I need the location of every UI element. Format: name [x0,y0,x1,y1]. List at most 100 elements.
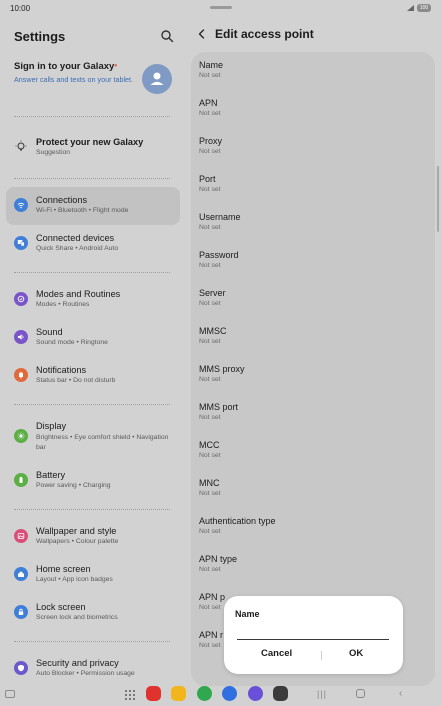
apn-field-apn-type[interactable]: APN type Not set [191,546,435,584]
sidebar-item-display[interactable]: Display Brightness • Eye comfort shield … [6,413,180,459]
sidebar-item-sub: Suggestion [36,149,71,156]
sidebar-item-battery[interactable]: Battery Power saving • Charging [6,462,180,498]
avatar[interactable] [142,64,172,94]
button-divider [321,651,322,660]
sidebar-item-connections[interactable]: Connections Wi-Fi • Bluetooth • Flight m… [6,187,180,225]
account-subtitle: Answer calls and texts on your tablet. [14,75,134,84]
field-value: Not set [199,490,221,497]
apn-page-title: Edit access point [215,27,314,41]
field-label: MMS proxy [199,364,245,374]
field-value: Not set [199,414,221,421]
field-label: MMS port [199,402,239,412]
divider [14,641,170,642]
ok-button[interactable]: OK [349,648,363,659]
sun-icon [14,429,28,443]
navigation-bar: ||| ‹ [0,686,441,706]
sidebar-item-security-privacy[interactable]: Security and privacy Auto Blocker • Perm… [6,650,180,686]
field-label: APN r [199,630,224,640]
divider [14,178,170,179]
apn-field-password[interactable]: Password Not set [191,242,435,280]
account-signin[interactable]: Sign in to your Galaxy• Answer calls and… [14,61,134,85]
sidebar-item-notifications[interactable]: Notifications Status bar • Do not distur… [6,357,180,393]
apn-field-apn[interactable]: APN Not set [191,90,435,128]
sidebar-item-label: Wallpaper and style [36,526,117,536]
internet-app-icon[interactable] [248,686,263,701]
recents-icon[interactable]: ||| [317,689,327,699]
apn-field-name[interactable]: Name Not set [191,52,435,90]
status-time: 10:00 [10,4,31,13]
sidebar-item-wallpaper-style[interactable]: Wallpaper and style Wallpapers • Colour … [6,518,180,554]
palette-icon [14,529,28,543]
sidebar-item-label: Home screen [36,564,91,574]
field-label: Password [199,250,239,260]
sidebar-item-lock-screen[interactable]: Lock screen Screen lock and biometrics [6,594,180,630]
sidebar-item-sub: Status bar • Do not disturb [36,377,116,384]
account-title-text: Sign in to your Galaxy [14,61,115,72]
app-drawer-icon[interactable] [125,690,135,700]
sidebar-item-sub: Auto Blocker • Permission usage [36,670,135,677]
home-icon [14,567,28,581]
new-dot-icon: • [114,61,118,70]
apn-field-mnc[interactable]: MNC Not set [191,470,435,508]
sidebar-item-label: Lock screen [36,602,86,612]
field-label: Proxy [199,136,223,146]
field-label: APN type [199,554,238,564]
back-nav-icon[interactable]: ‹ [399,688,402,699]
apn-field-server[interactable]: Server Not set [191,280,435,318]
field-label: MNC [199,478,220,488]
keyboard-icon[interactable] [5,690,15,698]
camera-app-icon[interactable] [273,686,288,701]
dialog-title: Name [235,609,260,619]
field-label: APN p [199,592,226,602]
sidebar-item-sub: Sound mode • Ringtone [36,339,108,346]
sidebar-item-protect-galaxy[interactable]: Protect your new Galaxy Suggestion [6,129,180,165]
sidebar-item-label: Notifications [36,365,87,375]
apn-field-username[interactable]: Username Not set [191,204,435,242]
sidebar-item-sub: Brightness • Eye comfort shield • Naviga… [36,434,169,451]
drag-handle [210,6,232,9]
apn-field-mmsc[interactable]: MMSC Not set [191,318,435,356]
divider [14,404,170,405]
phone-app-icon[interactable] [197,686,212,701]
lightbulb-icon [14,140,28,154]
sidebar-item-home-screen[interactable]: Home screen Layout • App icon badges [6,556,180,592]
sidebar-item-label: Connections [36,195,88,205]
apn-field-mms-port[interactable]: MMS port Not set [191,394,435,432]
cancel-button[interactable]: Cancel [261,648,292,659]
field-label: MMSC [199,326,227,336]
sidebar-item-sub: Wallpapers • Colour palette [36,538,119,545]
volume-icon [14,330,28,344]
sidebar-item-modes-routines[interactable]: Modes and Routines Modes • Routines [6,281,180,317]
shield-icon [14,661,28,675]
field-value: Not set [199,376,221,383]
field-value: Not set [199,338,221,345]
messages-app-icon[interactable] [222,686,237,701]
routines-icon [14,292,28,306]
home-button-icon[interactable] [356,689,365,698]
sidebar-item-connected-devices[interactable]: Connected devices Quick Share • Android … [6,225,180,261]
account-title: Sign in to your Galaxy• [14,61,134,72]
apn-field-mms-proxy[interactable]: MMS proxy Not set [191,356,435,394]
apn-field-proxy[interactable]: Proxy Not set [191,128,435,166]
field-label: Name [199,60,224,70]
files-app-icon[interactable] [171,686,186,701]
settings-pane: Settings Sign in to your Galaxy• Answer … [0,18,186,686]
divider [14,272,170,273]
lock-icon [14,605,28,619]
name-input[interactable] [237,626,389,640]
back-icon[interactable] [196,28,208,40]
apn-field-mcc[interactable]: MCC Not set [191,432,435,470]
apn-field-port[interactable]: Port Not set [191,166,435,204]
office-app-icon[interactable] [146,686,161,701]
field-value: Not set [199,566,221,573]
field-value: Not set [199,604,221,611]
sidebar-item-sound[interactable]: Sound Sound mode • Ringtone [6,319,180,355]
person-icon [150,72,164,85]
apn-field-authentication-type[interactable]: Authentication type Not set [191,508,435,546]
search-icon[interactable] [160,29,174,43]
scrollbar[interactable] [437,166,439,232]
sidebar-item-label: Connected devices [36,233,115,243]
field-label: Username [199,212,241,222]
battery-icon [14,473,28,487]
divider [14,116,170,117]
